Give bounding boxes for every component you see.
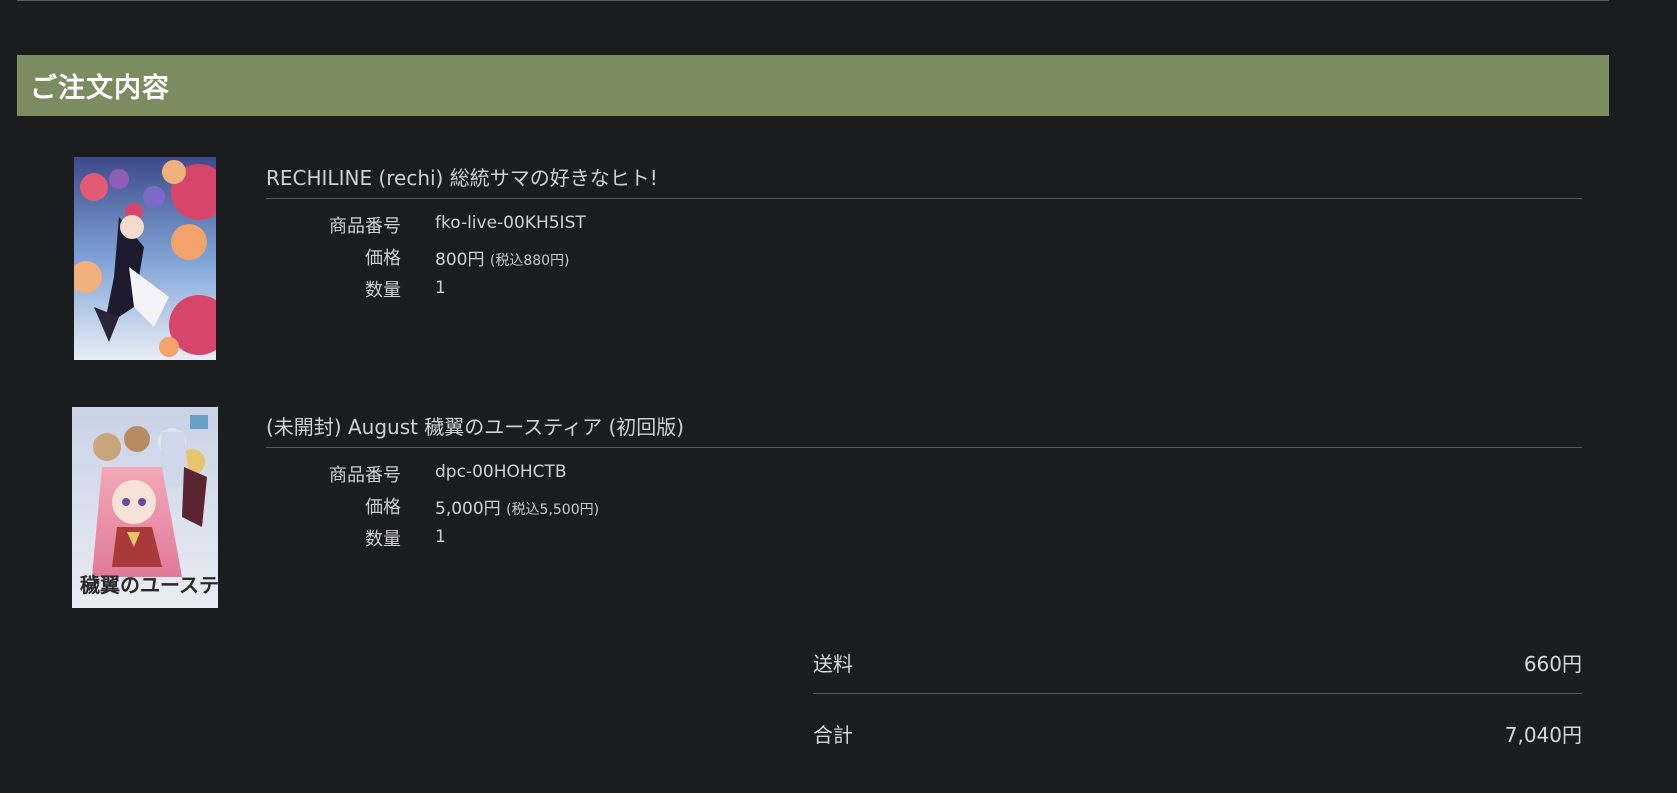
shipping-row: 送料 660円 <box>813 648 1582 688</box>
section-title: ご注文内容 <box>30 73 170 104</box>
price-amount: 5,000円 <box>435 499 501 519</box>
top-divider <box>17 0 1609 1</box>
product-title[interactable]: RECHILINE (rechi) 総統サマの好きなヒト! <box>266 162 658 191</box>
price-value: 800円 (税込880円) <box>435 245 570 270</box>
price-label: 価格 <box>365 248 401 269</box>
product-title[interactable]: (未開封) August 穢翼のユースティア (初回版) <box>266 411 684 440</box>
product-code-value: dpc-00HOHCTB <box>435 462 567 482</box>
price-tax-included: (税込5,500円) <box>506 502 600 518</box>
total-value: 7,040円 <box>1504 723 1582 747</box>
order-contents-header: ご注文内容 <box>17 55 1609 116</box>
item-divider <box>266 447 1582 448</box>
product-code-value: fko-live-00KH5IST <box>435 213 586 233</box>
quantity-value: 1 <box>435 278 446 298</box>
price-amount: 800円 <box>435 250 485 270</box>
price-value: 5,000円 (税込5,500円) <box>435 494 599 519</box>
quantity-label: 数量 <box>365 280 401 301</box>
shipping-value: 660円 <box>1523 652 1582 676</box>
item-divider <box>266 198 1582 199</box>
product-thumbnail[interactable] <box>74 157 216 360</box>
total-row: 合計 7,040円 <box>813 719 1582 759</box>
cover-logo: 穢翼のユースティア <box>80 573 218 597</box>
product-code-label: 商品番号 <box>329 216 401 237</box>
total-label: 合計 <box>813 723 853 747</box>
price-tax-included: (税込880円) <box>489 253 570 269</box>
quantity-label: 数量 <box>365 529 401 550</box>
summary-divider <box>813 693 1582 694</box>
quantity-value: 1 <box>435 527 446 547</box>
product-thumbnail[interactable]: 穢翼のユースティア <box>72 407 218 608</box>
product-code-label: 商品番号 <box>329 465 401 486</box>
shipping-label: 送料 <box>813 652 853 676</box>
price-label: 価格 <box>365 497 401 518</box>
